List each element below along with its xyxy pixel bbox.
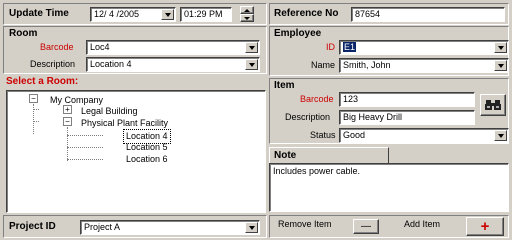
update-time-label: Update Time	[9, 8, 69, 19]
room-barcode-combo[interactable]: Loc4	[86, 40, 260, 55]
item-description-label: Description	[285, 112, 331, 122]
note-textarea[interactable]: Includes power cable.	[269, 163, 509, 212]
tree-connector	[67, 135, 103, 136]
tree-connector	[67, 147, 103, 148]
item-status-label: Status	[310, 130, 336, 140]
item-heading: Item	[274, 80, 295, 91]
reference-label: Reference No	[274, 8, 339, 19]
tree-connector	[33, 121, 39, 122]
employee-name-label: Name	[311, 60, 336, 70]
update-date-value: 12/ 4 /2005	[94, 9, 140, 19]
project-id-dropdown-button[interactable]	[245, 222, 258, 233]
tree-connector	[33, 109, 39, 110]
item-barcode-label: Barcode	[300, 94, 334, 104]
update-date-picker[interactable]: 12/ 4 /2005	[90, 7, 176, 22]
item-status-dropdown-button[interactable]	[494, 130, 507, 141]
item-description-value: Big Heavy Drill	[343, 112, 403, 122]
inventory-form: Update Time 12/ 4 /2005 01:29 PM Referen…	[0, 0, 512, 240]
tree-item-location-6[interactable]: Location 6	[126, 153, 168, 166]
item-barcode-value: 123	[343, 94, 359, 104]
chevron-down-icon	[248, 225, 255, 230]
add-item-label: Add Item	[404, 219, 441, 229]
employee-heading: Employee	[274, 28, 322, 39]
select-room-heading: Select a Room:	[6, 76, 79, 87]
item-status-combo[interactable]: Good	[339, 128, 509, 143]
chevron-down-icon	[164, 12, 171, 17]
tree-collapse-toggle[interactable]: −	[29, 94, 38, 103]
room-description-value: Location 4	[90, 59, 132, 69]
project-id-value: Project A	[84, 222, 121, 232]
update-time-field[interactable]: 01:29 PM	[180, 7, 232, 22]
employee-id-label: ID	[326, 42, 335, 52]
item-status-value: Good	[343, 130, 366, 140]
chevron-down-icon	[497, 63, 504, 68]
note-tab-label: Note	[274, 150, 297, 161]
room-tree[interactable]: − My Company + Legal Building − Physical…	[6, 90, 266, 213]
project-id-combo[interactable]: Project A	[80, 220, 260, 235]
project-id-label: Project ID	[9, 221, 56, 232]
room-description-combo[interactable]: Location 4	[86, 57, 260, 72]
remove-item-label: Remove Item	[278, 219, 332, 229]
employee-id-dropdown-button[interactable]	[494, 42, 507, 53]
employee-name-combo[interactable]: Smith, John	[339, 58, 509, 73]
item-description-input[interactable]: Big Heavy Drill	[339, 110, 475, 125]
chevron-down-icon	[248, 62, 255, 67]
update-time-value: 01:29 PM	[184, 9, 223, 19]
minus-icon: —	[361, 220, 371, 232]
binoculars-icon	[485, 100, 501, 110]
tab-note[interactable]: Note	[269, 147, 389, 163]
employee-name-value: Smith, John	[343, 60, 391, 70]
item-barcode-input[interactable]: 123	[339, 92, 475, 107]
time-spin-up-button[interactable]	[240, 6, 254, 14]
arrow-up-icon	[244, 8, 250, 12]
plus-icon: +	[480, 218, 490, 235]
room-description-dropdown-button[interactable]	[245, 59, 258, 70]
arrow-down-icon	[244, 16, 250, 20]
room-barcode-dropdown-button[interactable]	[245, 42, 258, 53]
time-spin-down-button[interactable]	[240, 14, 254, 22]
employee-id-combo[interactable]: E1	[339, 40, 509, 55]
employee-name-dropdown-button[interactable]	[494, 60, 507, 71]
tree-collapse-toggle[interactable]: −	[63, 117, 72, 126]
room-barcode-label: Barcode	[40, 42, 74, 52]
tree-expand-toggle[interactable]: +	[63, 105, 72, 114]
chevron-down-icon	[248, 45, 255, 50]
note-text: Includes power cable.	[273, 166, 361, 176]
add-item-button[interactable]: +	[466, 217, 504, 236]
room-heading: Room	[9, 28, 38, 39]
remove-item-button[interactable]: —	[353, 219, 379, 234]
reference-value: 87654	[355, 9, 381, 19]
binoculars-button[interactable]	[480, 94, 506, 116]
reference-input[interactable]: 87654	[351, 7, 505, 22]
employee-id-value: E1	[343, 42, 357, 52]
room-barcode-value: Loc4	[90, 42, 110, 52]
date-dropdown-button[interactable]	[161, 9, 174, 20]
tree-connector	[67, 159, 103, 160]
room-description-label: Description	[30, 59, 76, 69]
chevron-down-icon	[497, 45, 504, 50]
tree-connector	[67, 127, 68, 161]
chevron-down-icon	[497, 133, 504, 138]
